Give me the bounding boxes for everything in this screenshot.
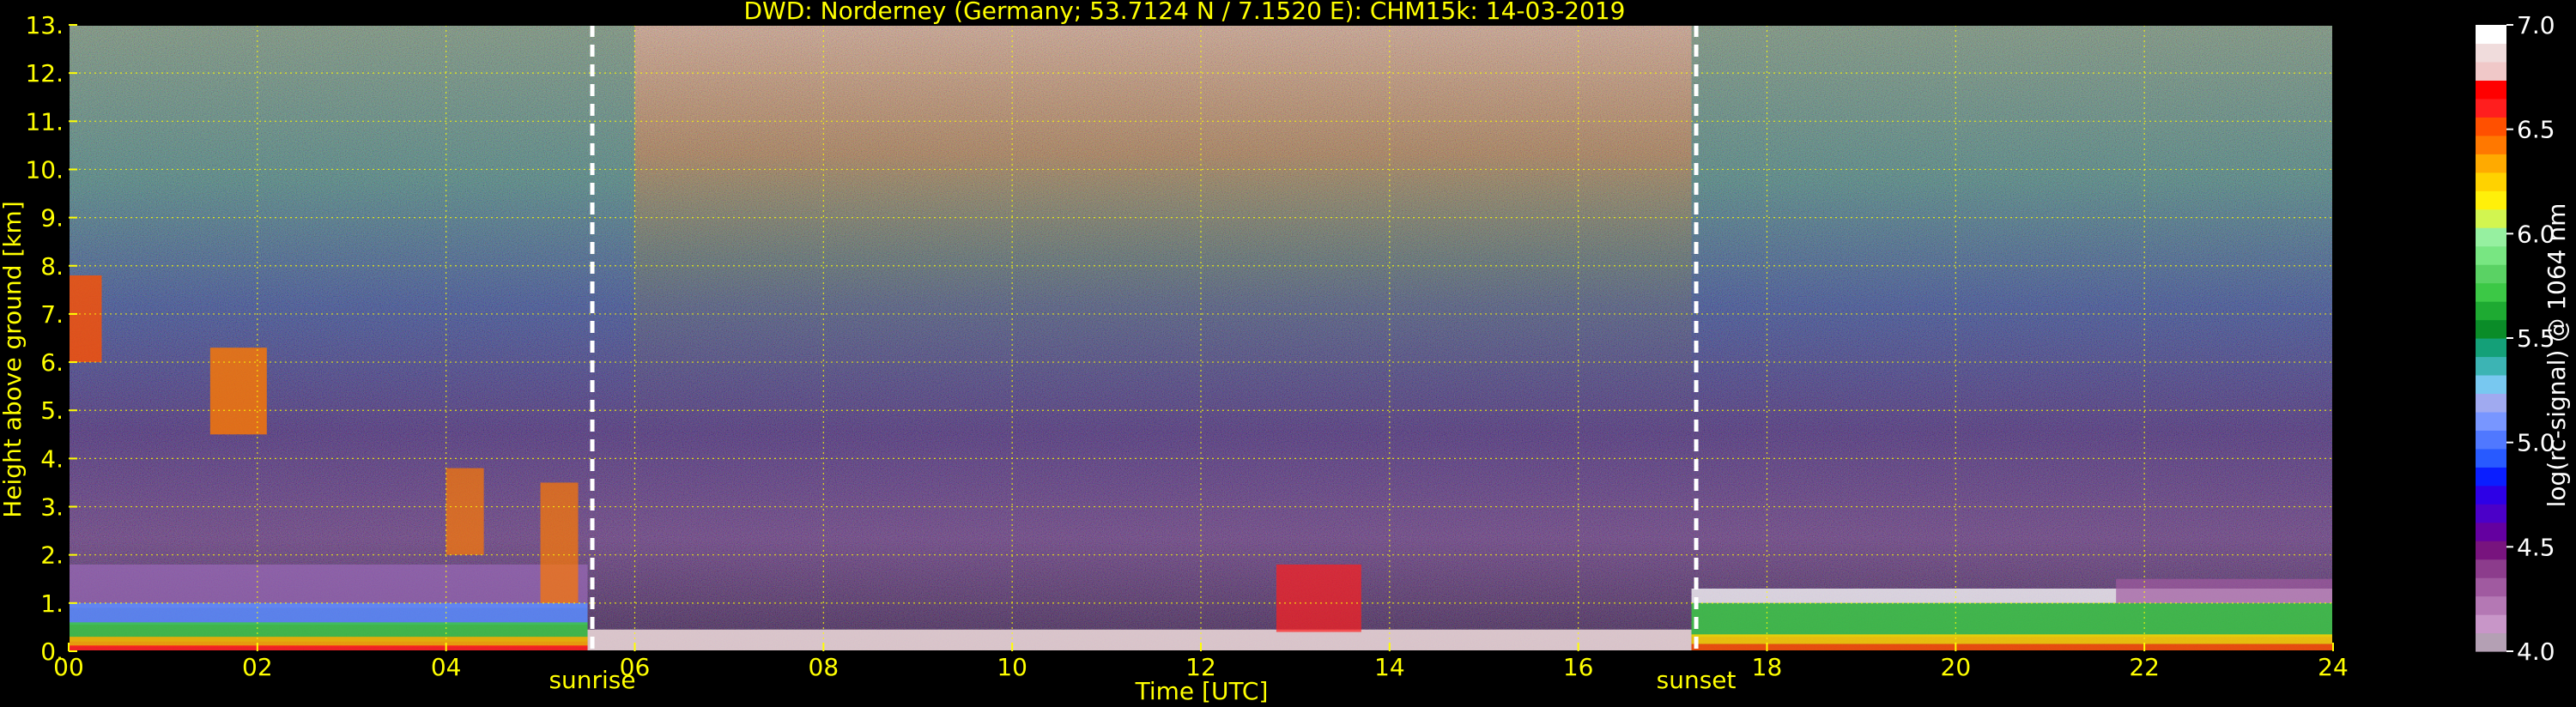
colorbar-segment [2476, 117, 2506, 136]
y-tick-label: 6. [40, 348, 64, 377]
y-tick-label: 7. [40, 300, 64, 329]
colorbar-segment [2476, 522, 2506, 541]
colorbar-segment [2476, 25, 2506, 45]
night-layer-blue [69, 602, 588, 625]
y-tick-label: 0. [40, 638, 64, 666]
colorbar-segment [2476, 282, 2506, 302]
colorbar-segment [2476, 190, 2506, 210]
y-tick-label: 13. [25, 11, 64, 39]
colorbar-segment [2476, 301, 2506, 321]
colorbar-segment [2476, 61, 2506, 82]
y-tick-label: 10. [25, 155, 64, 184]
evening-layer-green [1691, 602, 2333, 638]
colorbar-segment [2476, 319, 2506, 339]
colorbar-segment [2476, 448, 2506, 468]
x-tick-label: 24 [2318, 653, 2349, 681]
y-tick-label: 11. [25, 107, 64, 136]
y-tick-label: 2. [40, 541, 64, 570]
x-tick-label: 08 [809, 653, 839, 681]
colorbar-segment [2476, 485, 2506, 505]
cloud-1300 [1276, 564, 1361, 632]
x-tick-label: 16 [1563, 653, 1594, 681]
colorbar-segment [2476, 338, 2506, 358]
cloud-0515 [540, 482, 579, 603]
ceilometer-chart: sunrise sunset 00 02 04 06 08 10 12 14 16 18 20 22 24… [0, 0, 2571, 705]
x-axis-label: Time [UTC] [1135, 677, 1269, 705]
colorbar-segment [2476, 98, 2506, 118]
colorbar-segment [2476, 411, 2506, 431]
colorbar-segment [2476, 577, 2506, 597]
colorbar-segment [2476, 227, 2506, 247]
colorbar-segment [2476, 172, 2506, 191]
colorbar-tick-label: 6.5 [2517, 116, 2555, 144]
y-tick-label: 3. [40, 493, 64, 522]
colorbar-segment [2476, 632, 2506, 652]
colorbar-segment [2476, 43, 2506, 63]
y-axis-label: Height above ground [km] [0, 201, 27, 518]
colorbar-segment [2476, 467, 2506, 486]
colorbar-segment [2476, 245, 2506, 265]
x-tick-label: 02 [242, 653, 273, 681]
cloud-0130 [209, 347, 267, 435]
y-tick-label: 12. [25, 59, 64, 88]
colorbar-segment [2476, 80, 2506, 100]
evening-layer-yellow [1691, 634, 2333, 644]
colorbar-segment [2476, 374, 2506, 395]
night-layer-upper [69, 564, 588, 608]
colorbar-segment [2476, 614, 2506, 634]
night-layer-red [69, 645, 588, 651]
y-tick-label: 1. [40, 589, 64, 618]
colorbar-segment [2476, 430, 2506, 450]
colorbar-label: log(rc-signal) @ 1064 nm [2543, 203, 2571, 508]
x-tick-label: 04 [431, 653, 462, 681]
x-tick-label: 18 [1752, 653, 1783, 681]
early-cloud [69, 275, 102, 363]
colorbar-segment [2476, 559, 2506, 578]
day-surface-layer [587, 629, 1692, 651]
night-layer-orange [69, 637, 588, 647]
colorbar-segment [2476, 595, 2506, 615]
y-tick-label: 5. [40, 396, 64, 425]
x-tick-label: 22 [2129, 653, 2160, 681]
colorbar-segment [2476, 393, 2506, 413]
chart-title: DWD: Norderney (Germany; 53.7124 N / 7.1… [743, 0, 1625, 25]
colorbar-segment [2476, 541, 2506, 560]
colorbar-segment [2476, 208, 2506, 228]
colorbar-tick-label: 4.5 [2517, 533, 2555, 561]
x-tick-label: 10 [997, 653, 1027, 681]
colorbar-tick-label: 4.0 [2517, 638, 2555, 666]
x-tick-label: 06 [620, 653, 651, 681]
cloud-0415 [445, 468, 484, 555]
colorbar-tick-label: 7.0 [2517, 11, 2555, 39]
x-tick-label: 20 [1941, 653, 1972, 681]
y-tick-label: 8. [40, 252, 64, 281]
y-tick-label: 4. [40, 444, 64, 473]
evening-layer-red [1691, 644, 2333, 651]
colorbar-segment [2476, 264, 2506, 284]
colorbar-segment [2476, 135, 2506, 154]
colorbar-segment [2476, 154, 2506, 173]
evening-layer-purple [2116, 578, 2333, 603]
colorbar-segment [2476, 356, 2506, 376]
sunset-label: sunset [1657, 666, 1737, 694]
x-tick-label: 14 [1374, 653, 1405, 681]
y-tick-label: 9. [40, 204, 64, 233]
colorbar-segment [2476, 504, 2506, 523]
